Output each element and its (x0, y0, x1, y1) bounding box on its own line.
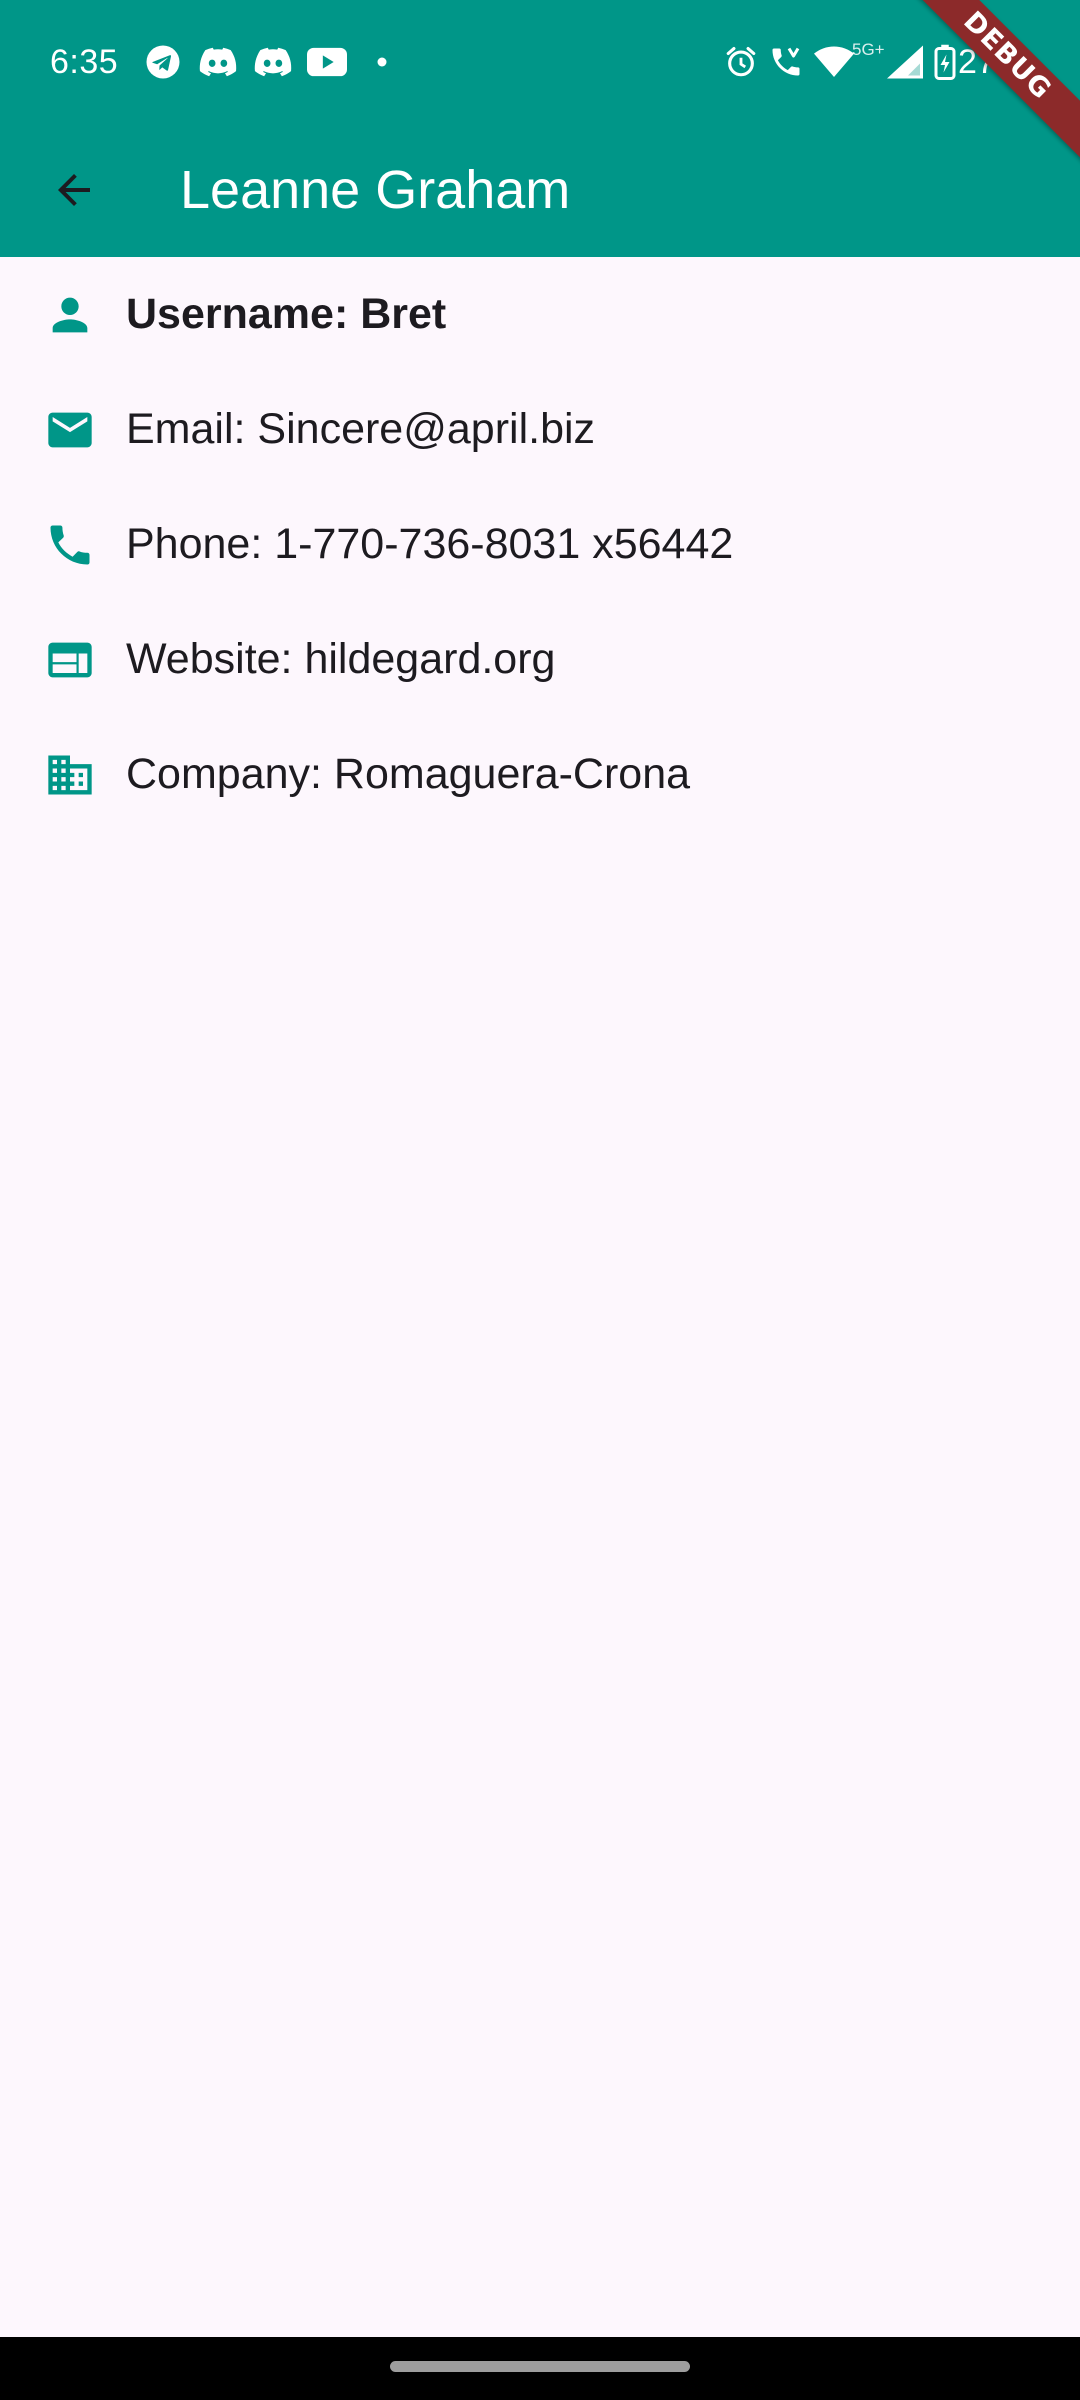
website-text: Website: hildegard.org (126, 635, 556, 683)
detail-row-phone: Phone: 1-770-736-8031 x56442 (0, 487, 1080, 602)
email-text: Email: Sincere@april.biz (126, 405, 596, 453)
page-title: Leanne Graham (180, 160, 571, 220)
battery-charging-icon (932, 42, 958, 82)
network-label: 5G+ (852, 40, 885, 59)
detail-row-company: Company: Romaguera-Crona (0, 717, 1080, 832)
discord-icon (198, 42, 238, 82)
back-button[interactable] (30, 146, 118, 234)
telegram-icon (143, 42, 183, 82)
web-icon (40, 630, 100, 690)
email-icon (40, 400, 100, 460)
company-text: Company: Romaguera-Crona (126, 750, 691, 798)
business-icon (40, 745, 100, 805)
youtube-icon (306, 42, 348, 82)
discord-icon (253, 42, 293, 82)
detail-row-website: Website: hildegard.org (0, 602, 1080, 717)
wifi-calling-icon (766, 42, 806, 82)
user-details-list: Username: Bret Email: Sincere@april.biz … (0, 257, 1080, 832)
wifi-icon (812, 42, 856, 82)
username-text: Username: Bret (126, 290, 447, 338)
navigation-bar (0, 2337, 1080, 2400)
app-bar: Leanne Graham (0, 124, 1080, 257)
alarm-icon (722, 42, 760, 82)
arrow-back-icon (58, 174, 90, 206)
dot-icon (372, 42, 392, 82)
home-indicator[interactable] (390, 2361, 690, 2372)
detail-row-email: Email: Sincere@april.biz (0, 372, 1080, 487)
detail-row-username: Username: Bret (0, 257, 1080, 372)
person-icon (40, 285, 100, 345)
phone-text: Phone: 1-770-736-8031 x56442 (126, 520, 734, 568)
signal-icon (885, 42, 925, 82)
status-bar: 6:35 5G+ 27% (0, 0, 1080, 124)
status-time: 6:35 (50, 43, 119, 81)
phone-icon (40, 515, 100, 575)
